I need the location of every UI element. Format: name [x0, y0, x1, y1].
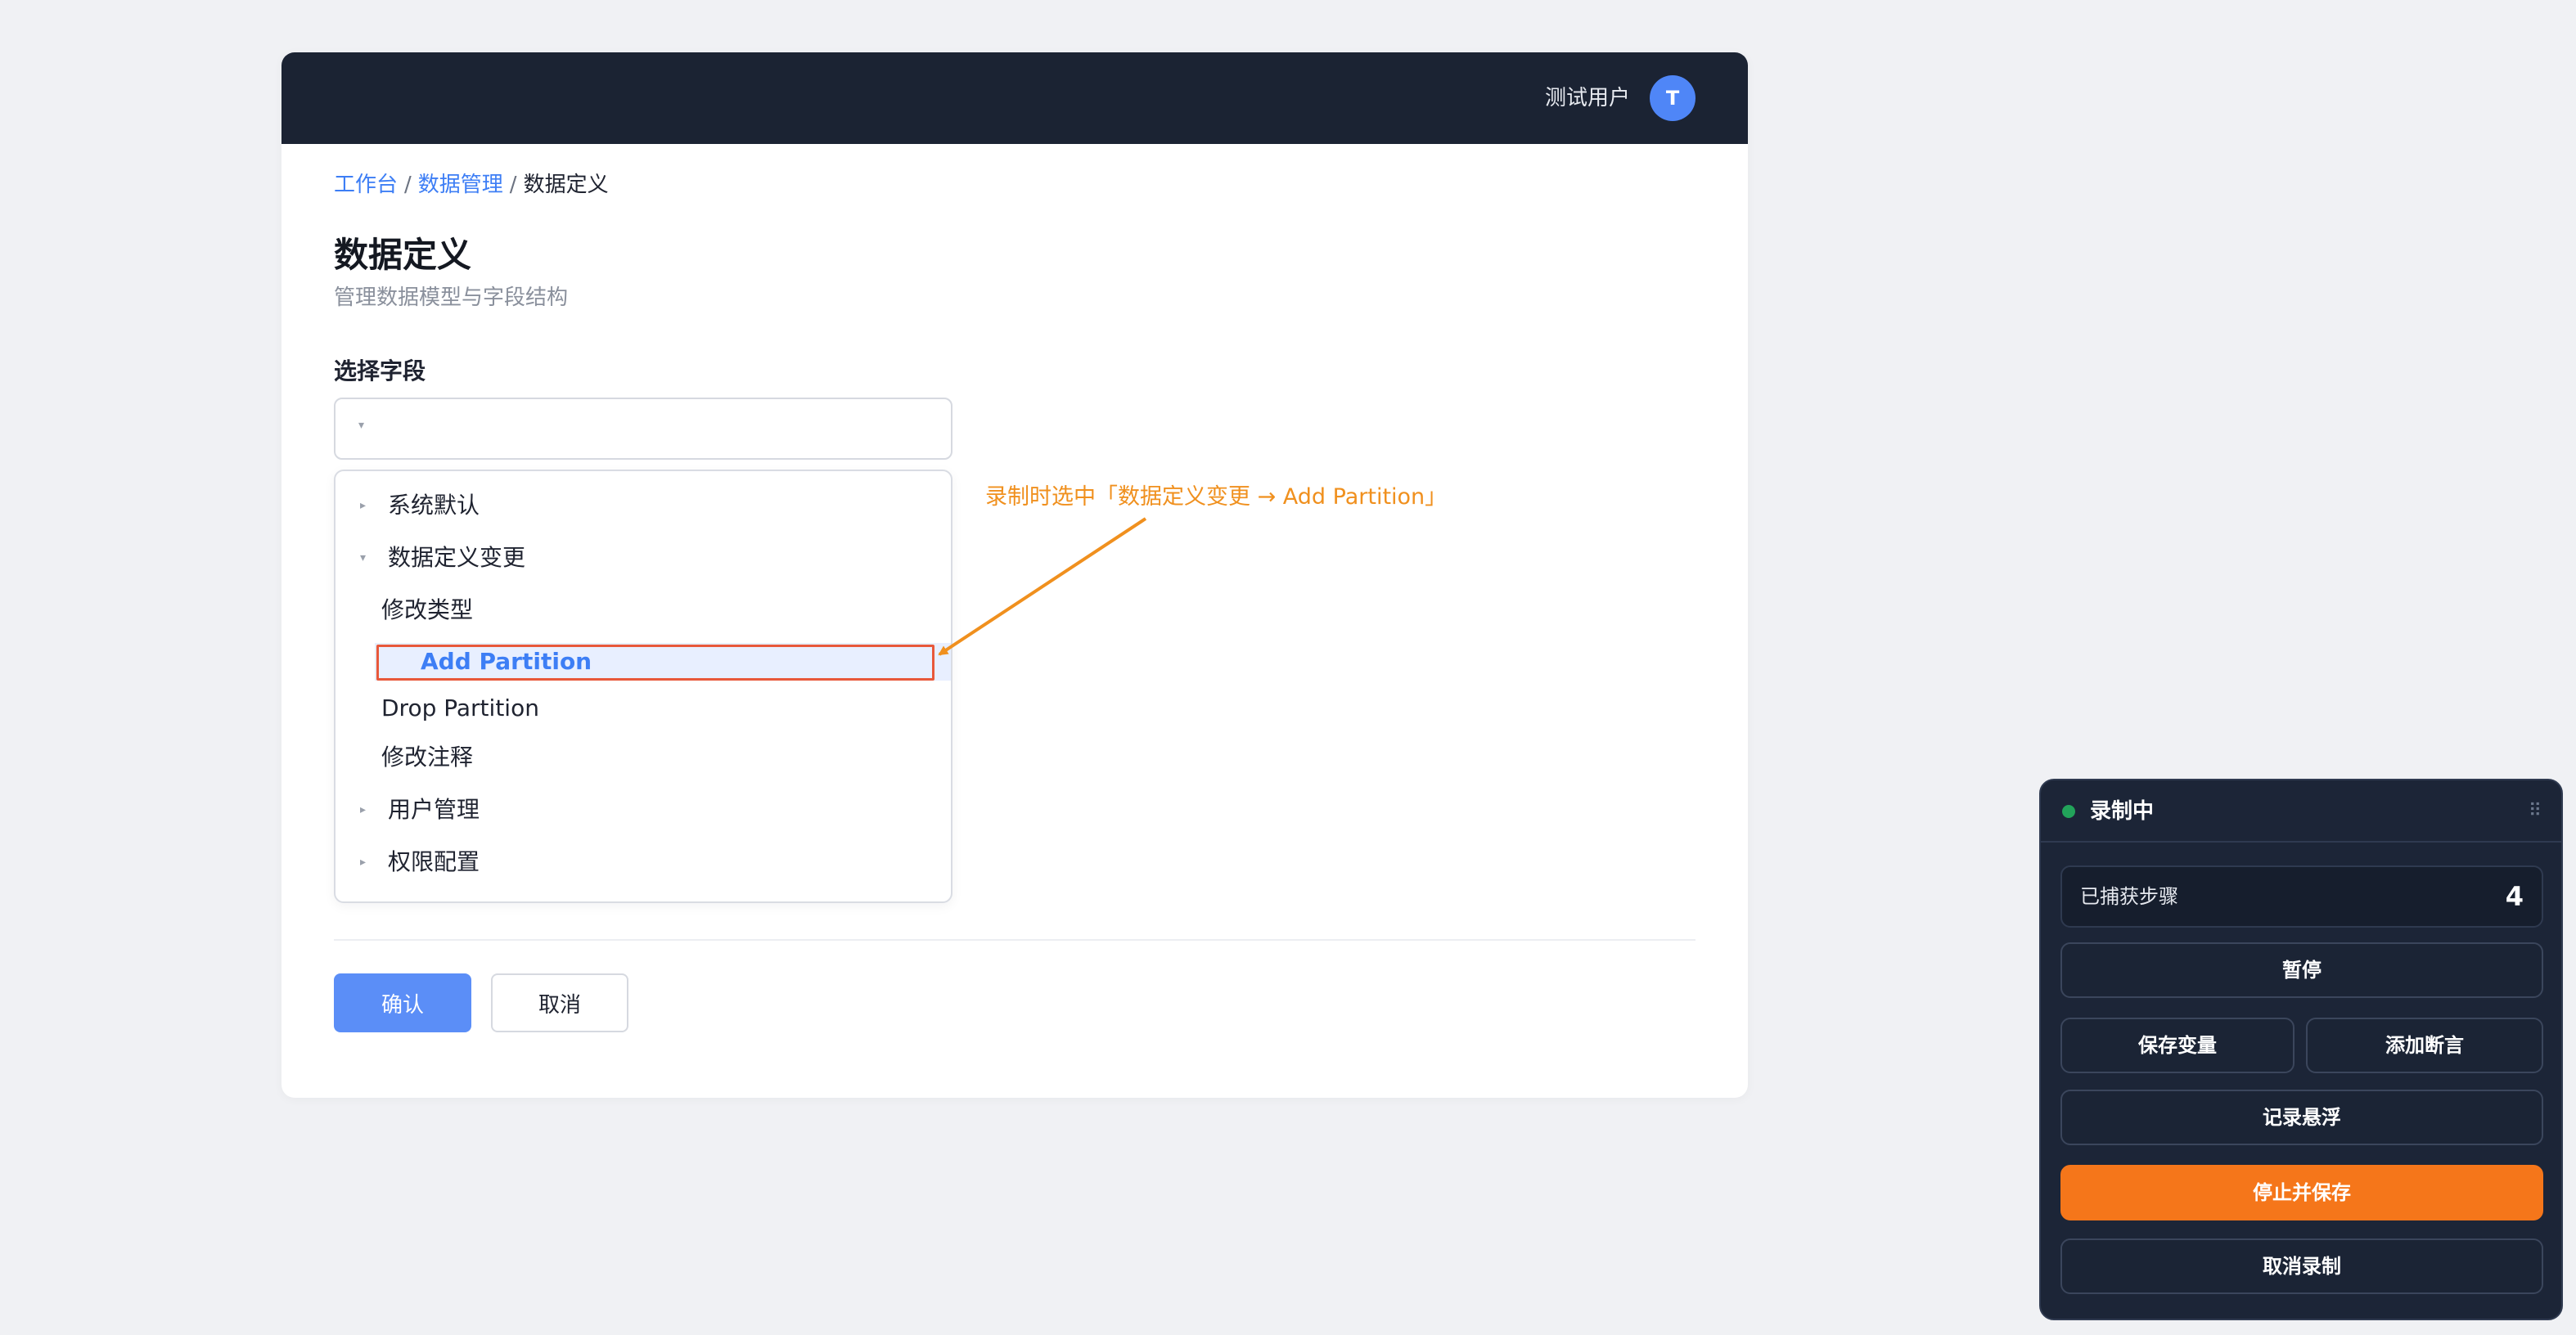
field-select[interactable]: ▾ — [334, 398, 952, 460]
dropdown-option-label: Drop Partition — [381, 694, 539, 721]
top-navigation-bar: 测试用户 T — [281, 52, 1748, 144]
cancel-recording-button[interactable]: 取消录制 — [2060, 1238, 2543, 1294]
main-card: 测试用户 T 工作台 / 数据管理 / 数据定义 数据定义 管理数据模型与字段结构 选择… — [281, 52, 1748, 1098]
dropdown-group-label: 系统默认 — [388, 492, 480, 519]
stop-and-save-button[interactable]: 停止并保存 — [2060, 1165, 2543, 1220]
breadcrumb-separator: / — [404, 173, 412, 197]
breadcrumb-workbench-link[interactable]: 工作台 — [334, 173, 398, 197]
chevron-down-icon: ▾ — [358, 419, 365, 432]
dropdown-group-label: 权限配置 — [388, 848, 480, 875]
cancel-button[interactable]: 取消 — [491, 973, 628, 1032]
breadcrumb: 工作台 / 数据管理 / 数据定义 — [334, 169, 609, 201]
add-assertion-button[interactable]: 添加断言 — [2306, 1018, 2543, 1073]
form-divider — [334, 939, 1696, 941]
captured-steps-count: 4 — [2505, 881, 2524, 912]
captured-steps-label: 已捕获步骤 — [2080, 885, 2178, 908]
recorder-status-label: 录制中 — [2090, 799, 2155, 824]
dropdown-group-label: 数据定义变更 — [388, 544, 526, 571]
page-title: 数据定义 — [334, 235, 472, 275]
recorder-panel: 录制中 ⠿ 已捕获步骤 4 暂停 保存变量 添加断言 记录悬浮 停止并保存 取消… — [2039, 779, 2563, 1320]
captured-steps-counter: 已捕获步骤 4 — [2060, 865, 2543, 928]
field-label: 选择字段 — [334, 357, 426, 384]
chevron-right-icon: ▸ — [360, 803, 367, 816]
field-dropdown-menu: ▸ 系统默认 ▾ 数据定义变更 修改类型 Add Partition Drop … — [334, 470, 952, 903]
user-name[interactable]: 测试用户 — [1545, 52, 1630, 144]
page-subtitle: 管理数据模型与字段结构 — [334, 285, 569, 310]
save-variable-button[interactable]: 保存变量 — [2060, 1018, 2295, 1073]
breadcrumb-current: 数据定义 — [523, 173, 609, 197]
recording-status-dot — [2062, 805, 2075, 818]
dropdown-option-label: 修改注释 — [381, 744, 474, 771]
chevron-right-icon: ▸ — [360, 499, 367, 512]
annotation-text: 录制时选中「数据定义变更 → Add Partition」 — [985, 484, 1448, 510]
chevron-right-icon: ▸ — [360, 856, 367, 869]
dropdown-option-label: 修改类型 — [381, 596, 474, 623]
chevron-down-icon: ▾ — [360, 551, 367, 564]
recorder-header: 录制中 ⠿ — [2041, 780, 2561, 843]
pause-button[interactable]: 暂停 — [2060, 942, 2543, 998]
selection-highlight-box — [376, 645, 934, 681]
confirm-button[interactable]: 确认 — [334, 973, 471, 1032]
user-avatar[interactable]: T — [1650, 75, 1696, 121]
drag-handle-icon[interactable]: ⠿ — [2529, 798, 2542, 825]
record-hover-button[interactable]: 记录悬浮 — [2060, 1090, 2543, 1145]
dropdown-group-label: 用户管理 — [388, 796, 480, 823]
breadcrumb-separator: / — [509, 173, 517, 197]
breadcrumb-data-management-link[interactable]: 数据管理 — [418, 173, 503, 197]
